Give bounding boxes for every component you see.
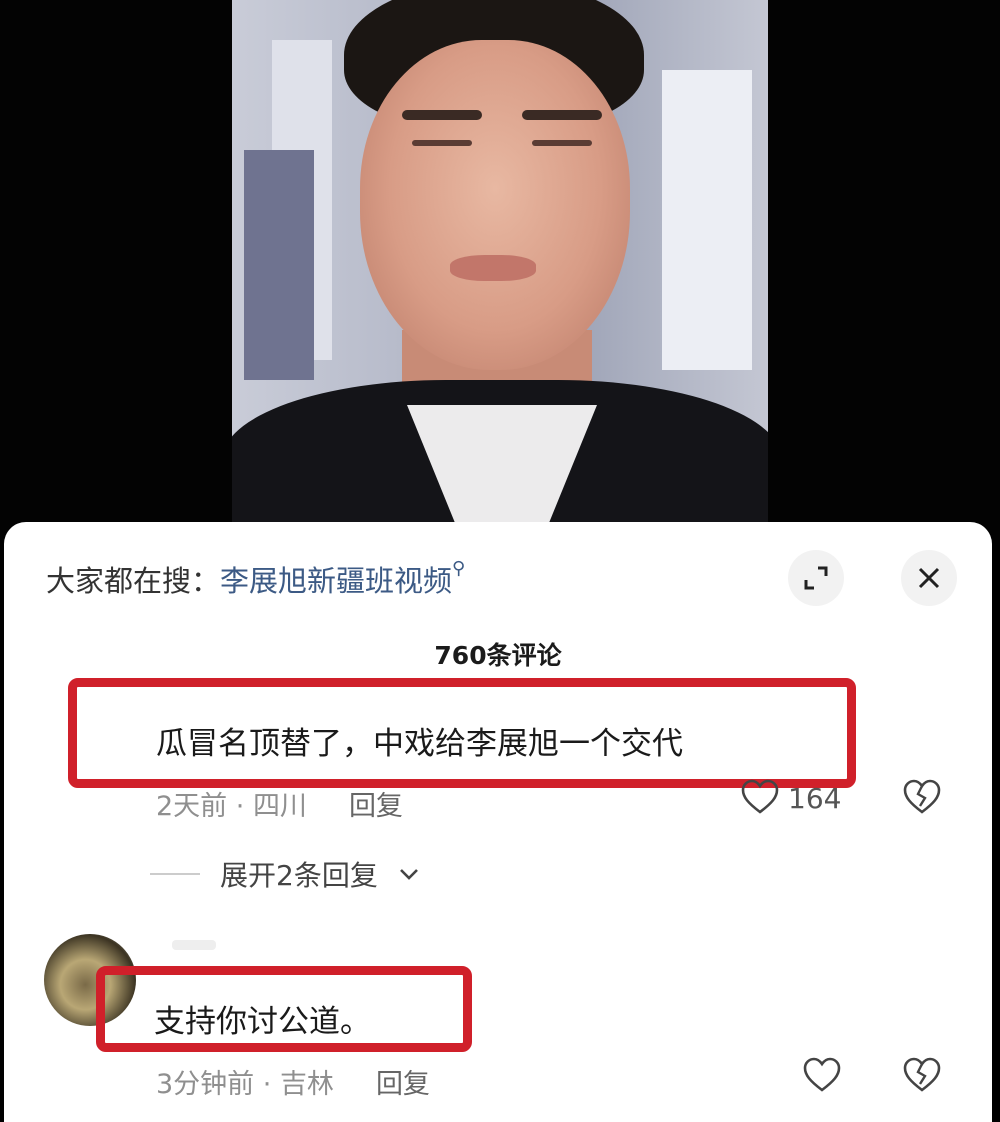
comment-count: 760条评论	[434, 641, 562, 670]
close-icon	[918, 567, 940, 589]
broken-heart-icon[interactable]	[902, 778, 942, 818]
comment-meta: 2天前 · 四川 回复	[156, 791, 403, 822]
heart-icon	[741, 779, 779, 814]
person-eye	[412, 140, 472, 146]
video-player[interactable]	[0, 0, 1000, 540]
highlight-box	[96, 966, 472, 1052]
search-prefix: 大家都在搜：	[46, 564, 221, 598]
expand-button[interactable]	[788, 550, 844, 606]
wall-panel	[662, 70, 752, 370]
expand-replies-button[interactable]: 展开2条回复	[150, 854, 420, 894]
person-brow	[402, 110, 482, 120]
search-icon: ⚲	[452, 558, 466, 579]
comment-time: 2天前	[156, 791, 228, 822]
person-eye	[532, 140, 592, 146]
comment-location: 四川	[252, 791, 307, 822]
search-term-link[interactable]: 李展旭新疆班视频	[220, 564, 452, 598]
person-brow	[522, 110, 602, 120]
expand-icon	[804, 566, 828, 590]
comment-sheet: 大家都在搜：李展旭新疆班视频⚲ 760条评论 瓜冒名顶替了，中戏给李展旭一个交代…	[4, 522, 992, 1122]
highlight-box	[68, 678, 856, 788]
comment-meta: 3分钟前 · 吉林 回复	[156, 1069, 430, 1100]
background-door	[244, 150, 314, 380]
broken-heart-icon[interactable]	[902, 1056, 942, 1096]
person-face	[360, 40, 630, 370]
comment-time: 3分钟前	[156, 1069, 255, 1100]
like-count: 164	[788, 781, 842, 815]
comment-location: 吉林	[279, 1069, 334, 1100]
close-button[interactable]	[901, 550, 957, 606]
expand-replies-label: 展开2条回复	[220, 859, 378, 892]
heart-icon	[803, 1057, 841, 1092]
like-button[interactable]	[802, 1056, 842, 1096]
divider-line	[150, 873, 200, 875]
person-mouth	[450, 255, 536, 281]
search-suggestion[interactable]: 大家都在搜：李展旭新疆班视频⚲	[46, 558, 465, 600]
reply-button[interactable]: 回复	[349, 791, 403, 822]
like-button[interactable]: 164	[740, 778, 841, 818]
chevron-down-icon	[399, 869, 418, 880]
video-frame	[232, 0, 768, 540]
reply-button[interactable]: 回复	[376, 1069, 430, 1100]
username[interactable]	[172, 940, 216, 950]
